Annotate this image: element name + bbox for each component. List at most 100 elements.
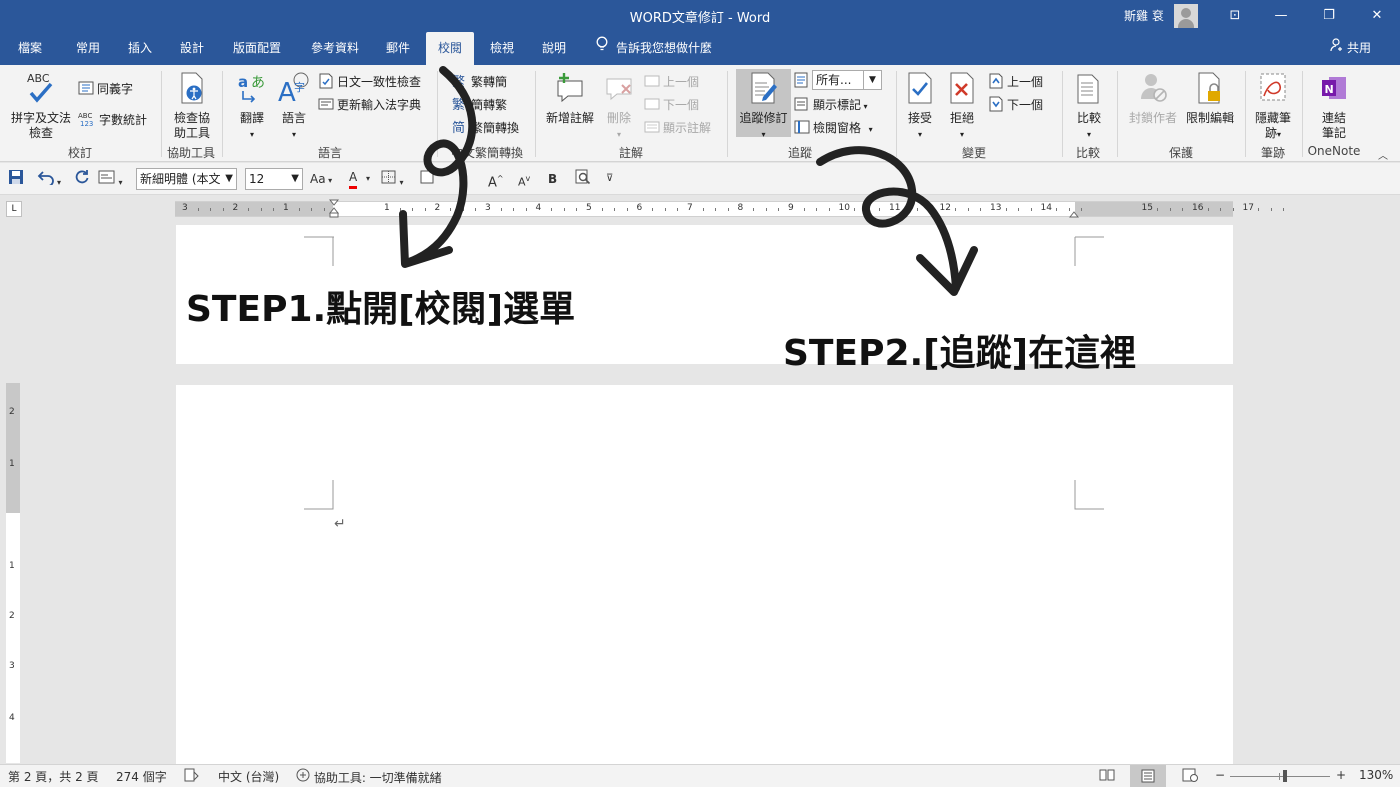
customize-qat-icon[interactable]: ⊽ [606,169,613,189]
ruler-tick [1081,208,1083,211]
new-comment-button[interactable]: 新增註解 [542,71,598,126]
word-count-button[interactable]: ABC 123 字數統計 [78,111,147,130]
tab-insert[interactable]: 插入 [118,32,162,65]
save-icon[interactable] [8,169,24,189]
font-color-button[interactable]: A [349,169,358,189]
vertical-ruler[interactable]: 2 1 1 2 3 4 [6,383,20,763]
check-accessibility-button[interactable]: 檢查協 助工具 [166,71,218,141]
block-authors-button[interactable]: 封鎖作者 [1126,71,1180,126]
group-divider [1117,71,1118,157]
track-changes-button[interactable]: 追蹤修訂 ▾ [736,71,791,142]
horizontal-ruler[interactable]: 3 2 1 1 2 3 4 5 6 7 8 9 10 11 12 13 14 15 16 17 [175,199,1285,218]
zoom-slider[interactable] [1230,776,1330,777]
linked-notes-button[interactable]: N 連結 筆記 [1308,71,1360,141]
font-name-select[interactable]: 新細明體 (本文 ▼ [136,168,237,190]
ribbon-display-options-button[interactable]: ⊡ [1212,0,1258,32]
show-comments-button[interactable]: 顯示註解 [644,119,711,137]
compare-icon [1068,71,1110,109]
close-button[interactable]: ✕ [1354,0,1400,32]
reviewing-pane-button[interactable]: 檢閱窗格 ▾ [794,119,873,137]
translate-label: 翻譯 [239,111,264,125]
tab-review[interactable]: 校閱 [426,32,474,65]
markup-view-icon [794,72,810,91]
tab-view[interactable]: 檢視 [480,32,524,65]
ruler-tick-label: 1 [283,203,289,213]
markup-view-select[interactable]: 所有... ▼ [812,70,882,90]
tab-layout[interactable]: 版面配置 [224,32,290,65]
word-count-status[interactable]: 274 個字 [116,768,167,785]
delete-comment-button[interactable]: 刪除 ▾ [600,71,638,142]
bold-button[interactable]: B [548,169,557,189]
change-case-button[interactable]: Aa ▾ [310,169,332,189]
tell-me-text: 告訴我您想做什麼 [616,41,713,55]
block-authors-icon [1126,71,1180,109]
status-bar: 第 2 頁，共 2 頁 274 個字 中文 (台灣) 協助工具: 一切準備就緒 … [0,764,1400,787]
track-changes-label: 追蹤修訂 [739,111,788,125]
reject-button[interactable]: 拒絕 ▾ [944,71,980,142]
hide-ink-label-1: 隱藏筆 [1254,111,1291,125]
block-authors-label: 封鎖作者 [1128,111,1177,125]
language-status[interactable]: 中文 (台灣) [218,768,279,785]
tell-me-box[interactable]: 告訴我您想做什麼 [596,32,712,65]
restrict-editing-button[interactable]: 限制編輯 [1182,71,1238,126]
read-mode-icon[interactable] [1099,768,1115,785]
accessibility-status[interactable]: 協助工具: 一切準備就緒 [296,768,442,786]
tab-home[interactable]: 常用 [66,32,110,65]
web-layout-icon[interactable] [1182,768,1198,785]
translate-button[interactable]: aあ 翻譯 ▾ [232,71,272,142]
group-divider [1302,71,1303,157]
restore-button[interactable]: ❐ [1306,0,1352,32]
chevron-down-icon[interactable]: ▾ [366,169,370,189]
tab-help[interactable]: 說明 [532,32,576,65]
undo-icon[interactable]: ▾ [37,169,61,189]
page-2[interactable]: ↵ [176,385,1233,765]
right-indent-marker-icon[interactable] [1068,207,1080,221]
ruler-tick [1207,208,1209,211]
hide-ink-button[interactable]: 隱藏筆 跡▾ [1250,71,1296,142]
previous-change-button[interactable]: 上一個 [988,73,1043,92]
zoom-slider-thumb[interactable] [1283,770,1287,782]
find-icon[interactable] [575,169,591,189]
show-markup-button[interactable]: 顯示標記 ▾ [794,96,868,114]
ruler-tick [210,208,212,211]
ruler-tick [513,208,515,211]
redo-icon[interactable] [74,169,90,189]
shrink-font-button[interactable]: Av [518,169,530,189]
proofing-status-icon[interactable] [184,768,200,785]
linked-notes-label-1: 連結 [1321,111,1346,125]
avatar[interactable] [1174,4,1198,28]
accept-button[interactable]: 接受 ▾ [902,71,938,142]
ruler-tick-label: 1 [9,561,15,571]
tab-file[interactable]: 檔案 [8,32,52,65]
tab-mailings[interactable]: 郵件 [376,32,420,65]
ruler-tick [664,208,666,211]
thesaurus-button[interactable]: 同義字 [78,80,133,98]
next-change-button[interactable]: 下一個 [988,96,1043,115]
compare-button[interactable]: 比較 ▾ [1068,71,1110,142]
tab-selector[interactable]: L [6,201,22,217]
language-button[interactable]: A字 語言 ▾ [274,71,314,142]
user-name[interactable]: 斯雞 袞 [1124,7,1164,24]
indent-marker-icon[interactable] [328,199,340,222]
ruler-left-margin [175,202,333,216]
tab-design[interactable]: 設計 [170,32,214,65]
previous-comment-button[interactable]: 上一個 [644,73,699,91]
tab-references[interactable]: 參考資料 [302,32,368,65]
show-markup-label: 顯示標記 [813,98,862,112]
print-layout-icon[interactable] [1130,765,1166,787]
ruler-tick [715,208,717,211]
next-change-icon [988,96,1004,115]
zoom-out-button[interactable]: − [1215,768,1225,782]
accept-label: 接受 [907,111,932,125]
font-size-select[interactable]: 12 ▼ [245,168,303,190]
zoom-level[interactable]: 130% [1359,768,1393,782]
share-button[interactable]: 共用 [1330,32,1371,65]
zoom-in-button[interactable]: + [1336,768,1346,782]
next-comment-button[interactable]: 下一個 [644,96,699,114]
minimize-button[interactable]: — [1258,0,1304,32]
page-count[interactable]: 第 2 頁，共 2 頁 [8,768,99,785]
spelling-grammar-button[interactable]: ABC 拼字及文法 檢查 [8,71,74,141]
style-icon[interactable]: ▾ [98,169,123,189]
person-icon [1330,32,1344,65]
collapse-ribbon-icon[interactable]: ︿ [1378,147,1388,162]
